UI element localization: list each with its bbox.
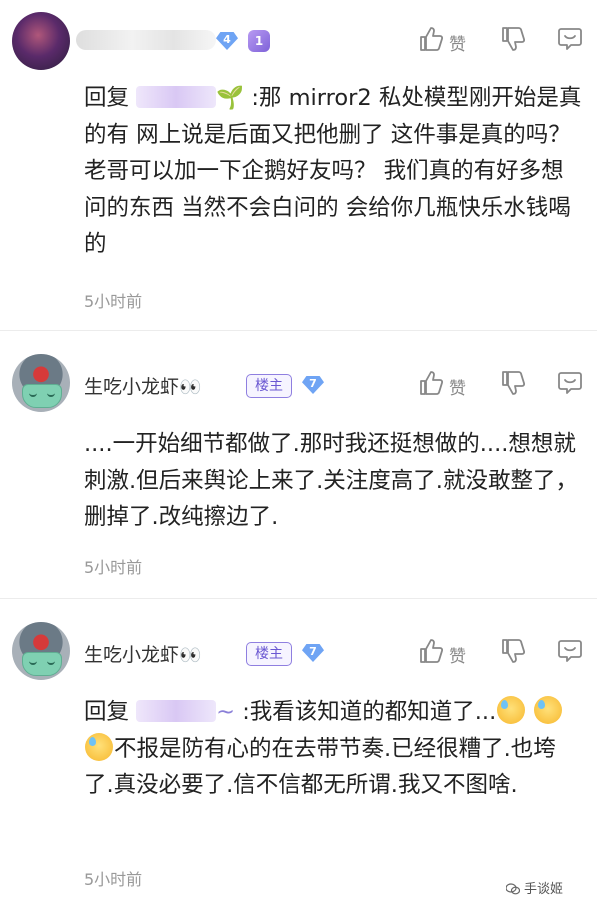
watermark-text: 手谈姬	[524, 882, 564, 897]
reply-button[interactable]	[557, 638, 583, 668]
reply-prefix: 回复	[84, 699, 130, 725]
avatar[interactable]	[12, 12, 70, 70]
comment-body: 回复 ~ :我看该知道的都知道了... 不报是防有心的在去带节奏.已经很糟了.也…	[84, 694, 584, 804]
blurred-mention[interactable]	[136, 700, 217, 722]
dislike-button[interactable]	[501, 638, 527, 668]
comment-text-part2: 不报是防有心的在去带节奏.已经很糟了.也垮了.真没必要了.信不信都无所谓.我又不…	[84, 735, 556, 799]
like-label: 赞	[449, 647, 466, 667]
owner-tag: 楼主	[246, 374, 292, 398]
thumbs-down-icon	[502, 371, 525, 395]
owner-tag: 楼主	[246, 642, 292, 666]
thumbs-up-icon	[420, 27, 443, 51]
dislike-button[interactable]	[501, 370, 527, 400]
reply-prefix: 回复	[84, 85, 130, 111]
comment-time: 5小时前	[84, 870, 143, 889]
comment-text: :那 mirror2 私处模型刚开始是真的有 网上说是后面又把他删了 这件事是真…	[84, 85, 582, 257]
eyes-emoji: 👀	[179, 645, 202, 666]
dislike-button[interactable]	[501, 26, 527, 56]
blurred-username[interactable]	[76, 30, 216, 50]
comment-actions: 赞	[419, 638, 583, 668]
username[interactable]: 生吃小龙虾👀	[84, 640, 201, 667]
comment-bubble-icon	[558, 28, 582, 50]
comment-text: ....一开始细节都做了.那时我还挺想做的....想想就刺激.但后来舆论上来了.…	[84, 431, 578, 530]
like-label: 赞	[449, 35, 466, 55]
comment-bubble-icon	[558, 372, 582, 394]
comment-body: ....一开始细节都做了.那时我还挺想做的....想想就刺激.但后来舆论上来了.…	[84, 426, 584, 536]
sweat-emoji-icon	[85, 732, 113, 761]
thumbs-up-icon	[420, 639, 443, 663]
thumbs-down-icon	[502, 27, 525, 51]
level-badge: 7	[302, 376, 324, 394]
level-badge: 7	[302, 644, 324, 662]
like-label: 赞	[449, 379, 466, 399]
comment-time: 5小时前	[84, 558, 143, 577]
thumbs-up-icon	[420, 371, 443, 395]
like-button[interactable]: 赞	[419, 26, 479, 56]
rank-badge: 1	[248, 30, 270, 52]
face-mask-graphic	[22, 652, 62, 676]
sweat-emoji-icon	[497, 696, 526, 724]
reply-button[interactable]	[557, 26, 583, 56]
comment-text-part1: :我看该知道的都知道了...	[242, 699, 497, 725]
avatar[interactable]	[12, 622, 70, 680]
comment-actions: 赞	[419, 26, 583, 56]
face-mask-graphic	[22, 384, 62, 408]
like-button[interactable]: 赞	[419, 370, 479, 400]
sprout-emoji: 🌱	[216, 85, 245, 111]
eyes-emoji: 👀	[179, 377, 202, 398]
comment-body: 回复 🌱 :那 mirror2 私处模型刚开始是真的有 网上说是后面又把他删了 …	[84, 80, 584, 263]
wechat-icon	[505, 883, 521, 895]
level-badge: 4	[216, 32, 238, 50]
comment-actions: 赞	[419, 370, 583, 400]
watermark: 手谈姬	[505, 878, 564, 897]
blurred-mention[interactable]	[136, 86, 217, 108]
like-button[interactable]: 赞	[419, 638, 479, 668]
divider	[0, 330, 597, 331]
divider	[0, 598, 597, 599]
username[interactable]: 生吃小龙虾👀	[84, 372, 201, 399]
comment-bubble-icon	[558, 640, 582, 662]
comment-time: 5小时前	[84, 292, 143, 311]
avatar[interactable]	[12, 354, 70, 412]
tilde-suffix: ~	[216, 699, 236, 725]
sweat-emoji-icon	[534, 696, 563, 724]
thumbs-down-icon	[502, 639, 525, 663]
reply-button[interactable]	[557, 370, 583, 400]
